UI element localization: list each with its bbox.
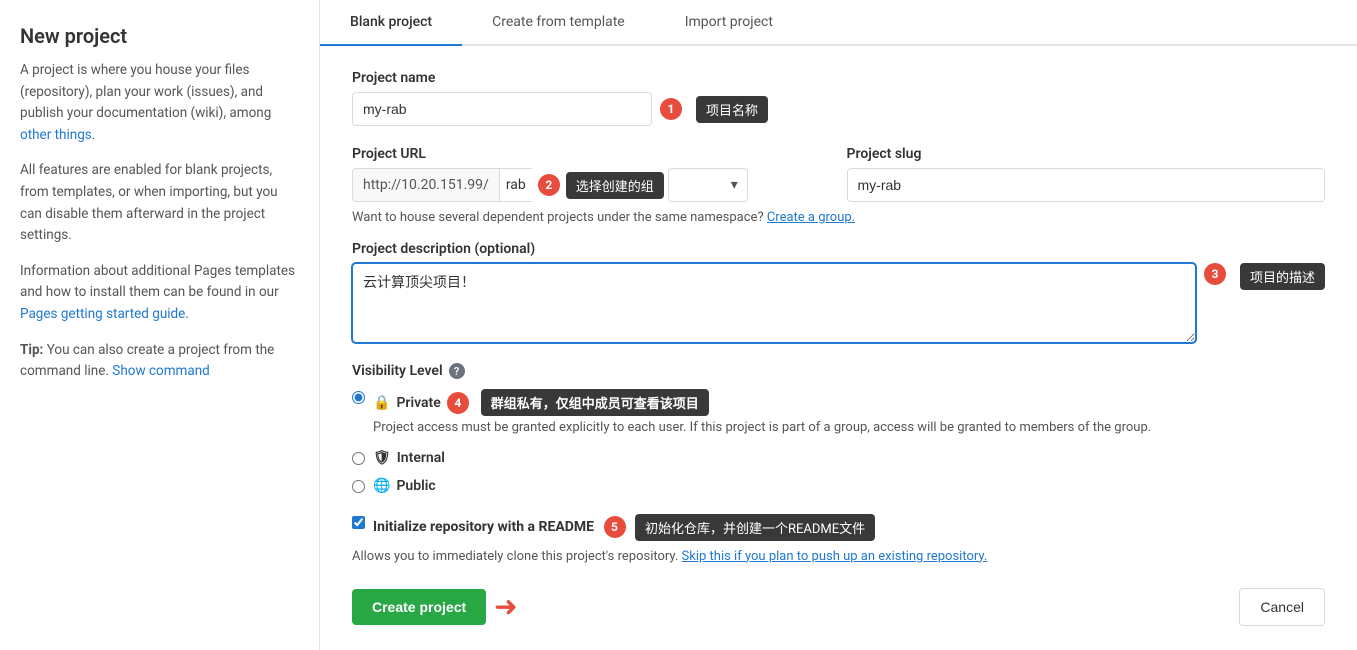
pages-guide-link[interactable]: Pages getting started guide	[20, 306, 185, 322]
init-repo-tooltip: 初始化仓库，并创建一个README文件	[635, 514, 875, 541]
project-name-label: Project name	[352, 70, 1325, 86]
description-input[interactable]: 云计算顶尖项目！	[352, 263, 1196, 343]
visibility-label-row: Visibility Level ?	[352, 363, 1325, 379]
badge-4: 4	[447, 392, 469, 414]
other-things-link[interactable]: other things.	[20, 127, 95, 143]
globe-icon: 🌐	[373, 478, 390, 494]
visibility-label-text: Visibility Level	[352, 363, 443, 379]
project-name-group: Project name 1 项目名称	[352, 70, 1325, 126]
badge-5: 5	[604, 516, 626, 538]
radio-internal: 🛡 Internal	[352, 450, 1325, 466]
private-label[interactable]: Private	[396, 395, 440, 411]
arrow-icon: ➜	[494, 590, 517, 623]
group-help-msg: Want to house several dependent projects…	[352, 210, 764, 225]
project-name-tooltip: 项目名称	[696, 96, 768, 123]
project-slug-input[interactable]	[847, 168, 1326, 202]
init-repo-desc: Allows you to immediately clone this pro…	[352, 549, 1325, 564]
create-group-link[interactable]: Create a group.	[767, 210, 855, 225]
show-command-link[interactable]: Show command	[112, 363, 210, 379]
page-title: New project	[20, 24, 299, 48]
project-name-input[interactable]	[352, 92, 652, 126]
sidebar-para2: All features are enabled for blank proje…	[20, 160, 299, 246]
create-project-button[interactable]: Create project	[352, 589, 486, 625]
form-actions: Create project ➜ Cancel	[352, 588, 1325, 626]
skip-link[interactable]: Skip this if you plan to push up an exis…	[682, 549, 988, 564]
tab-blank-project[interactable]: Blank project	[320, 0, 462, 46]
project-slug-label: Project slug	[847, 146, 1326, 162]
sidebar-para3: Information about additional Pages templ…	[20, 261, 299, 326]
radio-private-input[interactable]	[352, 391, 365, 404]
tab-create-from-template[interactable]: Create from template	[462, 0, 655, 46]
description-tooltip: 项目的描述	[1240, 263, 1325, 290]
tabs-bar: Blank project Create from template Impor…	[320, 0, 1357, 46]
internal-label[interactable]: Internal	[397, 450, 445, 466]
namespace-tooltip: 选择创建的组	[566, 172, 664, 199]
visibility-help-icon[interactable]: ?	[449, 363, 465, 379]
init-repo-checkbox[interactable]	[352, 516, 365, 529]
badge-3: 3	[1204, 263, 1226, 285]
sidebar-tip: Tip: You can also create a project from …	[20, 340, 299, 383]
shield-icon: 🛡	[373, 450, 391, 466]
private-desc: Project access must be granted explicitl…	[373, 418, 1151, 438]
private-tooltip: 群组私有，仅组中成员可查看该项目	[481, 389, 709, 416]
init-repo-row: Initialize repository with a README 5 初始…	[352, 514, 1325, 541]
init-repo-desc-prefix: Allows you to immediately clone this pro…	[352, 549, 678, 564]
radio-public-input[interactable]	[352, 480, 365, 493]
visibility-section: Visibility Level ? 🔒 Private 4 群组私有，仅组中成…	[352, 363, 1325, 494]
namespace-select[interactable]	[668, 168, 748, 202]
form-area: Project name 1 项目名称 Project URL http://1…	[320, 46, 1357, 650]
radio-private: 🔒 Private 4 群组私有，仅组中成员可查看该项目 Project acc…	[352, 389, 1325, 438]
project-url-label: Project URL	[352, 146, 831, 162]
sidebar-para1: A project is where you house your files …	[20, 60, 299, 146]
lock-icon: 🔒	[373, 395, 390, 411]
group-help-text: Want to house several dependent projects…	[352, 210, 1325, 225]
url-slug-row: Project URL http://10.20.151.99/ rab 2 选…	[352, 146, 1325, 202]
public-label[interactable]: Public	[396, 478, 435, 494]
url-rab: rab	[499, 168, 532, 202]
badge-2: 2	[538, 174, 560, 196]
init-repo-label[interactable]: Initialize repository with a README	[373, 519, 594, 535]
radio-public: 🌐 Public	[352, 478, 1325, 494]
sidebar: New project A project is where you house…	[0, 0, 320, 650]
description-label: Project description (optional)	[352, 241, 1325, 257]
create-row: Create project ➜	[352, 589, 518, 625]
init-repo-section: Initialize repository with a README 5 初始…	[352, 514, 1325, 564]
main-content: Blank project Create from template Impor…	[320, 0, 1357, 650]
slug-group: Project slug	[847, 146, 1326, 202]
url-prefix: http://10.20.151.99/	[352, 168, 499, 202]
tab-import-project[interactable]: Import project	[655, 0, 803, 46]
badge-1: 1	[660, 98, 682, 120]
cancel-button[interactable]: Cancel	[1239, 588, 1325, 626]
radio-internal-input[interactable]	[352, 452, 365, 465]
description-group: Project description (optional) 云计算顶尖项目！ …	[352, 241, 1325, 343]
url-group: Project URL http://10.20.151.99/ rab 2 选…	[352, 146, 831, 202]
